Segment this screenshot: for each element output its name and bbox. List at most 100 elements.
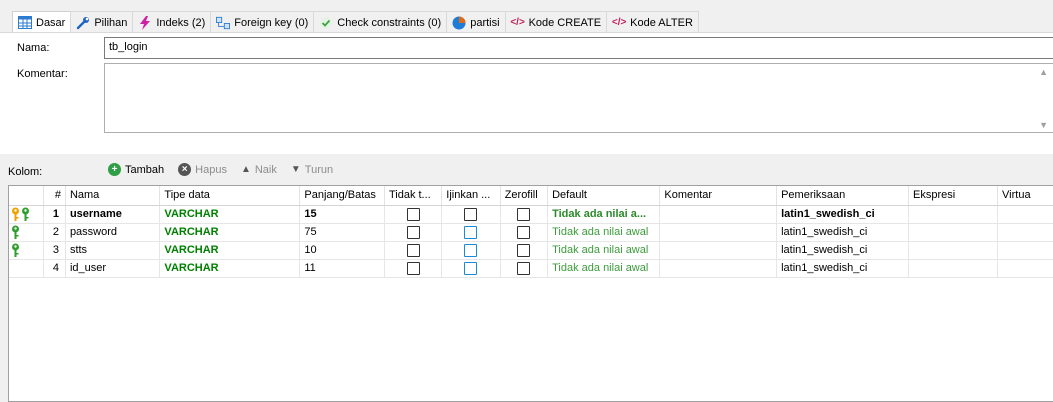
unsigned-checkbox[interactable] (406, 207, 420, 221)
header-key[interactable] (9, 186, 45, 206)
zerofill-checkbox[interactable] (517, 207, 531, 221)
column-default[interactable]: Tidak ada nilai awal (547, 259, 661, 278)
table-row[interactable]: 2 password VARCHAR 75 Tidak ada nilai aw… (9, 223, 1053, 242)
column-type[interactable]: VARCHAR (159, 241, 301, 260)
header-virtual[interactable]: Virtua (997, 186, 1053, 206)
column-collation[interactable]: latin1_swedish_ci (776, 205, 909, 224)
zerofill-checkbox[interactable] (517, 225, 531, 239)
header-ijinkan-null[interactable]: Ijinkan ... (441, 186, 501, 206)
unsigned-cell[interactable] (384, 259, 443, 278)
zerofill-cell[interactable] (500, 241, 549, 260)
column-virtual[interactable] (997, 259, 1053, 278)
zerofill-cell[interactable] (500, 259, 549, 278)
column-default[interactable]: Tidak ada nilai a... (547, 205, 661, 224)
zerofill-cell[interactable] (500, 223, 549, 242)
header-ekspresi[interactable]: Ekspresi (908, 186, 999, 206)
allow-null-checkbox[interactable] (464, 243, 478, 257)
zerofill-checkbox[interactable] (517, 261, 531, 275)
primary-key-icon (12, 207, 19, 221)
tab-check-constraints[interactable]: Check constraints (0) (313, 11, 448, 33)
column-comment[interactable] (659, 223, 778, 242)
column-length[interactable]: 75 (299, 223, 385, 242)
unsigned-checkbox[interactable] (406, 261, 420, 275)
column-length[interactable]: 11 (299, 259, 385, 278)
column-comment[interactable] (659, 205, 778, 224)
column-type[interactable]: VARCHAR (159, 205, 301, 224)
column-name[interactable]: id_user (65, 259, 161, 278)
column-comment[interactable] (659, 241, 778, 260)
header-zerofill[interactable]: Zerofill (500, 186, 549, 206)
column-expression[interactable] (908, 205, 999, 224)
column-default[interactable]: Tidak ada nilai awal (547, 223, 661, 242)
nama-input[interactable]: tb_login (104, 37, 1053, 59)
turun-label: Turun (304, 163, 334, 176)
allow-null-checkbox[interactable] (464, 225, 478, 239)
unsigned-cell[interactable] (384, 241, 443, 260)
column-type[interactable]: VARCHAR (159, 259, 301, 278)
column-expression[interactable] (908, 241, 999, 260)
allow-null-cell[interactable] (441, 259, 501, 278)
unsigned-checkbox[interactable] (406, 243, 420, 257)
column-virtual[interactable] (997, 223, 1053, 242)
zerofill-cell[interactable] (500, 205, 549, 224)
table-row[interactable]: 1 username VARCHAR 15 Tidak ada nilai a.… (9, 205, 1053, 224)
scroll-down-icon[interactable]: ▼ (1039, 120, 1048, 130)
column-name[interactable]: username (65, 205, 161, 224)
table-row[interactable]: 4 id_user VARCHAR 11 Tidak ada nilai awa… (9, 259, 1053, 278)
naik-button[interactable]: ▲ Naik (241, 164, 277, 176)
allow-null-cell[interactable] (441, 223, 501, 242)
header-tipe-data[interactable]: Tipe data (159, 186, 301, 206)
column-collation[interactable]: latin1_swedish_ci (776, 241, 909, 260)
column-default[interactable]: Tidak ada nilai awal (547, 241, 661, 260)
tab-indeks[interactable]: Indeks (2) (132, 11, 212, 33)
tab-dasar[interactable]: Dasar (12, 11, 72, 33)
scroll-up-icon[interactable]: ▲ (1039, 67, 1048, 77)
unique-key-icon (22, 207, 29, 221)
column-type[interactable]: VARCHAR (159, 223, 301, 242)
lightning-icon (138, 15, 152, 30)
allow-null-cell[interactable] (441, 205, 501, 224)
tab-label: Indeks (2) (156, 16, 206, 29)
column-expression[interactable] (908, 259, 999, 278)
header-tidak-tanpa-tanda[interactable]: Tidak t... (384, 186, 443, 206)
header-hash[interactable]: # (43, 186, 66, 206)
tab-kode-alter[interactable]: </> Kode ALTER (606, 11, 699, 33)
column-collation[interactable]: latin1_swedish_ci (776, 223, 909, 242)
unsigned-cell[interactable] (384, 223, 443, 242)
column-comment[interactable] (659, 259, 778, 278)
allow-null-checkbox[interactable] (464, 261, 478, 275)
unsigned-checkbox[interactable] (406, 225, 420, 239)
unsigned-cell[interactable] (384, 205, 443, 224)
column-name[interactable]: stts (65, 241, 161, 260)
unique-key-icon (12, 243, 19, 257)
tab-foreign-key[interactable]: Foreign key (0) (210, 11, 315, 33)
column-length[interactable]: 10 (299, 241, 385, 260)
allow-null-checkbox[interactable] (464, 207, 478, 221)
column-expression[interactable] (908, 223, 999, 242)
tab-label: Dasar (36, 16, 66, 29)
header-nama[interactable]: Nama (65, 186, 161, 206)
columns-grid[interactable]: # Nama Tipe data Panjang/Batas Tidak t..… (8, 185, 1053, 402)
header-pemeriksaan[interactable]: Pemeriksaan (776, 186, 909, 206)
column-name[interactable]: password (65, 223, 161, 242)
tab-partisi[interactable]: partisi (446, 11, 506, 33)
header-komentar[interactable]: Komentar (659, 186, 778, 206)
turun-button[interactable]: ▼ Turun (291, 164, 333, 176)
column-toolbar: + Tambah × Hapus ▲ Naik ▼ Turun (108, 163, 333, 176)
column-virtual[interactable] (997, 241, 1053, 260)
header-default[interactable]: Default (547, 186, 661, 206)
hapus-button[interactable]: × Hapus (178, 163, 227, 176)
column-collation[interactable]: latin1_swedish_ci (776, 259, 909, 278)
allow-null-cell[interactable] (441, 241, 501, 260)
column-virtual[interactable] (997, 205, 1053, 224)
zerofill-checkbox[interactable] (517, 243, 531, 257)
tab-kode-create[interactable]: </> Kode CREATE (504, 11, 608, 33)
kolom-label: Kolom: (8, 166, 43, 178)
komentar-textarea[interactable]: ▲ ▼ (104, 63, 1053, 133)
column-length[interactable]: 15 (299, 205, 385, 224)
arrow-down-icon: ▼ (290, 164, 301, 175)
table-row[interactable]: 3 stts VARCHAR 10 Tidak ada nilai awal l… (9, 241, 1053, 260)
tab-pilihan[interactable]: Pilihan (70, 11, 134, 33)
tambah-button[interactable]: + Tambah (108, 163, 164, 176)
header-panjang[interactable]: Panjang/Batas (299, 186, 385, 206)
